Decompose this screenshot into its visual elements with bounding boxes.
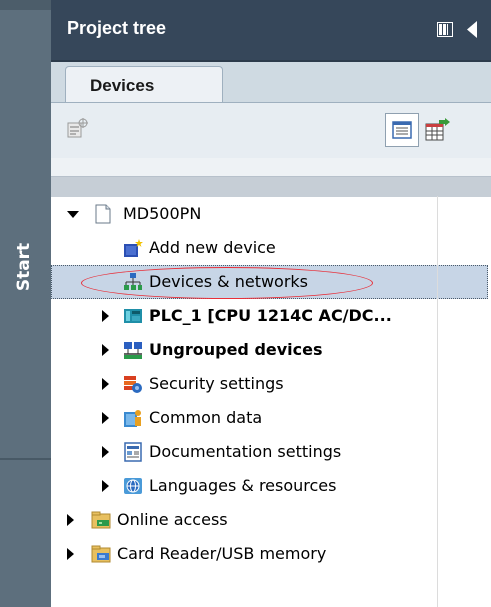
expand-arrow-icon[interactable] xyxy=(102,480,109,492)
strip-divider xyxy=(0,458,51,460)
tree-item-add-new-device[interactable]: Add new device xyxy=(51,231,488,265)
expand-arrow-icon[interactable] xyxy=(67,514,74,526)
tree-item-devices-networks[interactable]: Devices & networks xyxy=(51,265,488,299)
expand-arrow-icon[interactable] xyxy=(67,548,74,560)
expand-arrow-icon[interactable] xyxy=(102,378,109,390)
start-portal-strip[interactable]: Start xyxy=(0,0,51,607)
languages-globe-icon xyxy=(124,478,142,494)
collapse-arrow-icon[interactable] xyxy=(67,211,79,218)
tab-devices[interactable]: Devices xyxy=(65,66,223,103)
tree-item-common-data[interactable]: Common data xyxy=(51,401,488,435)
tree-item-label: Add new device xyxy=(149,238,276,257)
tree-item-label: Ungrouped devices xyxy=(149,340,323,359)
tree-item-ungrouped-devices[interactable]: Ungrouped devices xyxy=(51,333,488,367)
ungrouped-devices-icon xyxy=(124,342,142,359)
tab-devices-label: Devices xyxy=(90,76,155,95)
tree-item-label: Online access xyxy=(117,510,228,529)
tree-item-languages-resources[interactable]: Languages & resources xyxy=(51,469,488,503)
documentation-settings-icon xyxy=(124,442,142,462)
tree-item-documentation-settings[interactable]: Documentation settings xyxy=(51,435,488,469)
tab-bar: Devices xyxy=(51,62,491,103)
expand-arrow-icon[interactable] xyxy=(102,446,109,458)
tree-item-card-reader[interactable]: Card Reader/USB memory xyxy=(51,537,488,571)
tree-item-label: MD500PN xyxy=(123,204,202,223)
tree-item-label: Languages & resources xyxy=(149,476,337,495)
start-label-text: Start xyxy=(14,242,34,292)
tree-item-online-access[interactable]: Online access xyxy=(51,503,488,537)
add-device-icon xyxy=(124,239,143,257)
network-icon xyxy=(124,273,142,290)
column-separator xyxy=(437,196,438,607)
tree-item-label: Security settings xyxy=(149,374,284,393)
strip-top-edge xyxy=(0,0,51,10)
export-table-icon[interactable] xyxy=(425,118,451,142)
common-data-icon xyxy=(124,410,141,427)
expand-arrow-icon[interactable] xyxy=(102,310,109,322)
details-view-icon xyxy=(392,121,412,139)
tree-item-label: Common data xyxy=(149,408,263,427)
details-view-button[interactable] xyxy=(385,113,419,147)
expand-arrow-icon[interactable] xyxy=(102,344,109,356)
card-reader-icon xyxy=(91,545,111,563)
tree-item-plc[interactable]: PLC_1 [CPU 1214C AC/DC... xyxy=(51,299,488,333)
toolbar xyxy=(51,102,491,159)
device-overview-icon[interactable] xyxy=(67,117,89,139)
tree-item-label: PLC_1 [CPU 1214C AC/DC... xyxy=(149,306,392,325)
tree-item-label: Documentation settings xyxy=(149,442,342,461)
tree-item-security-settings[interactable]: Security settings xyxy=(51,367,488,401)
toolbar-spacer xyxy=(51,158,491,176)
start-label[interactable]: Start xyxy=(9,232,39,302)
collapse-panel-icon[interactable] xyxy=(465,20,479,39)
project-file-icon xyxy=(95,204,111,224)
online-access-icon xyxy=(91,511,111,529)
tree-column-header xyxy=(51,176,491,198)
expand-arrow-icon[interactable] xyxy=(102,412,109,424)
project-tree-header: Project tree xyxy=(51,0,491,62)
panel-layout-icon[interactable] xyxy=(437,22,453,37)
panel-title: Project tree xyxy=(67,18,167,38)
tree-item-label: Devices & networks xyxy=(149,272,309,291)
tree-item-label: Card Reader/USB memory xyxy=(117,544,327,563)
tree-item-project[interactable]: MD500PN xyxy=(51,197,488,231)
project-tree: MD500PN Add new device Devices & network… xyxy=(51,197,491,607)
plc-icon xyxy=(124,309,142,323)
security-settings-icon xyxy=(124,376,142,393)
